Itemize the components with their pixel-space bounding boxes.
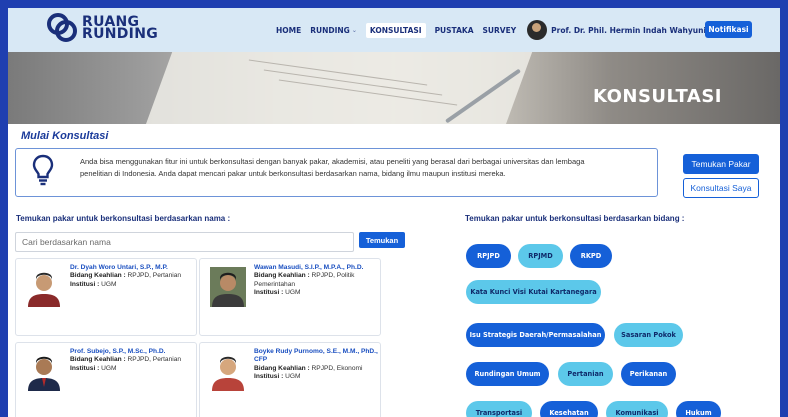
- avatar: [527, 20, 548, 40]
- field-chip-rkpd[interactable]: RKPD: [570, 244, 612, 268]
- expert-institution: UGM: [285, 289, 301, 297]
- my-consultation-button[interactable]: Konsultasi Saya: [683, 178, 759, 198]
- nav-home[interactable]: HOME: [276, 26, 301, 35]
- find-expert-button[interactable]: Temukan Pakar: [683, 154, 759, 174]
- expert-institution: UGM: [101, 280, 117, 288]
- page: RUANG RUNDING HOME RUNDING ⌄ KONSULTASI P…: [8, 8, 780, 417]
- field-chip-hukum[interactable]: Hukum: [676, 401, 721, 417]
- nav-runding[interactable]: RUNDING ⌄: [310, 26, 357, 35]
- top-navbar: RUANG RUNDING HOME RUNDING ⌄ KONSULTASI P…: [8, 8, 780, 52]
- banner-title: KONSULTASI: [592, 86, 722, 107]
- field-chip-sasaran-pokok[interactable]: Sasaran Pokok: [614, 323, 683, 347]
- section-title: Mulai Konsultasi: [21, 130, 109, 142]
- search-by-name-title: Temukan pakar untuk berkonsultasi berdas…: [16, 214, 231, 223]
- field-chip-kata-kunci[interactable]: Kata Kunci Visi Kutai Kartanegara: [466, 280, 601, 304]
- search-button[interactable]: Temukan: [359, 232, 405, 248]
- field-chip-pertanian[interactable]: Pertanian: [558, 362, 613, 386]
- expert-name[interactable]: Wawan Masudi, S.I.P., M.P.A., Ph.D.: [254, 264, 378, 272]
- field-chip-rpjmd[interactable]: RPJMD: [518, 244, 563, 268]
- expert-photo: [28, 356, 60, 391]
- expert-card[interactable]: Prof. Subejo, S.P., M.Sc., Ph.D. Bidang …: [15, 342, 197, 417]
- nav-survey[interactable]: SURVEY: [483, 26, 517, 35]
- field-chip-perikanan[interactable]: Perikanan: [621, 362, 676, 386]
- expert-card[interactable]: Dr. Dyah Woro Untari, S.P., M.P. Bidang …: [15, 258, 197, 336]
- main-nav: HOME RUNDING ⌄ KONSULTASI PUSTAKA SURVEY …: [276, 8, 749, 52]
- expert-photo: [28, 272, 60, 307]
- expert-card[interactable]: Boyke Rudy Purnomo, S.E., M.M., PhD., CF…: [199, 342, 381, 417]
- search-input[interactable]: [15, 232, 354, 252]
- expert-name[interactable]: Dr. Dyah Woro Untari, S.P., M.P.: [70, 264, 194, 272]
- expert-card[interactable]: Wawan Masudi, S.I.P., M.P.A., Ph.D. Bida…: [199, 258, 381, 336]
- field-chip-rundingan-umum[interactable]: Rundingan Umum: [466, 362, 549, 386]
- field-chip-komunikasi[interactable]: Komunikasi: [606, 401, 668, 417]
- intro-box: Anda bisa menggunakan fitur ini untuk be…: [15, 148, 658, 197]
- field-chip-kesehatan[interactable]: Kesehatan: [540, 401, 598, 417]
- logo-text: RUANG RUNDING: [82, 15, 159, 42]
- field-chip-isu-strategis[interactable]: Isu Strategis Daerah/Permasalahan: [466, 323, 605, 347]
- search-by-field-title: Temukan pakar untuk berkonsultasi berdas…: [465, 214, 685, 223]
- field-chip-transportasi[interactable]: Transportasi: [466, 401, 532, 417]
- nav-konsultasi[interactable]: KONSULTASI: [365, 22, 426, 38]
- logo-line-2: RUNDING: [82, 26, 159, 42]
- lightbulb-icon: [32, 154, 54, 186]
- expert-photo: [212, 356, 244, 391]
- expert-field: RPJPD, Pertanian: [127, 272, 182, 280]
- logo-mark-icon: [47, 13, 77, 42]
- expert-name[interactable]: Boyke Rudy Purnomo, S.E., M.M., PhD., CF…: [254, 348, 378, 365]
- nav-pustaka[interactable]: PUSTAKA: [435, 26, 474, 35]
- expert-institution: UGM: [285, 373, 301, 381]
- expert-field: RPJPD, Pertanian: [127, 356, 182, 364]
- intro-text: Anda bisa menggunakan fitur ini untuk be…: [80, 157, 585, 178]
- notification-button[interactable]: Notifikasi: [705, 21, 752, 38]
- expert-name[interactable]: Prof. Subejo, S.P., M.Sc., Ph.D.: [70, 348, 194, 356]
- chevron-down-icon: ⌄: [351, 26, 357, 34]
- expert-field: RPJPD, Ekonomi: [311, 364, 363, 372]
- expert-institution: UGM: [101, 364, 117, 372]
- hero-banner: KONSULTASI: [8, 52, 780, 124]
- expert-photo: [210, 267, 246, 307]
- logo[interactable]: RUANG RUNDING: [44, 12, 158, 44]
- field-chip-rpjpd[interactable]: RPJPD: [466, 244, 511, 268]
